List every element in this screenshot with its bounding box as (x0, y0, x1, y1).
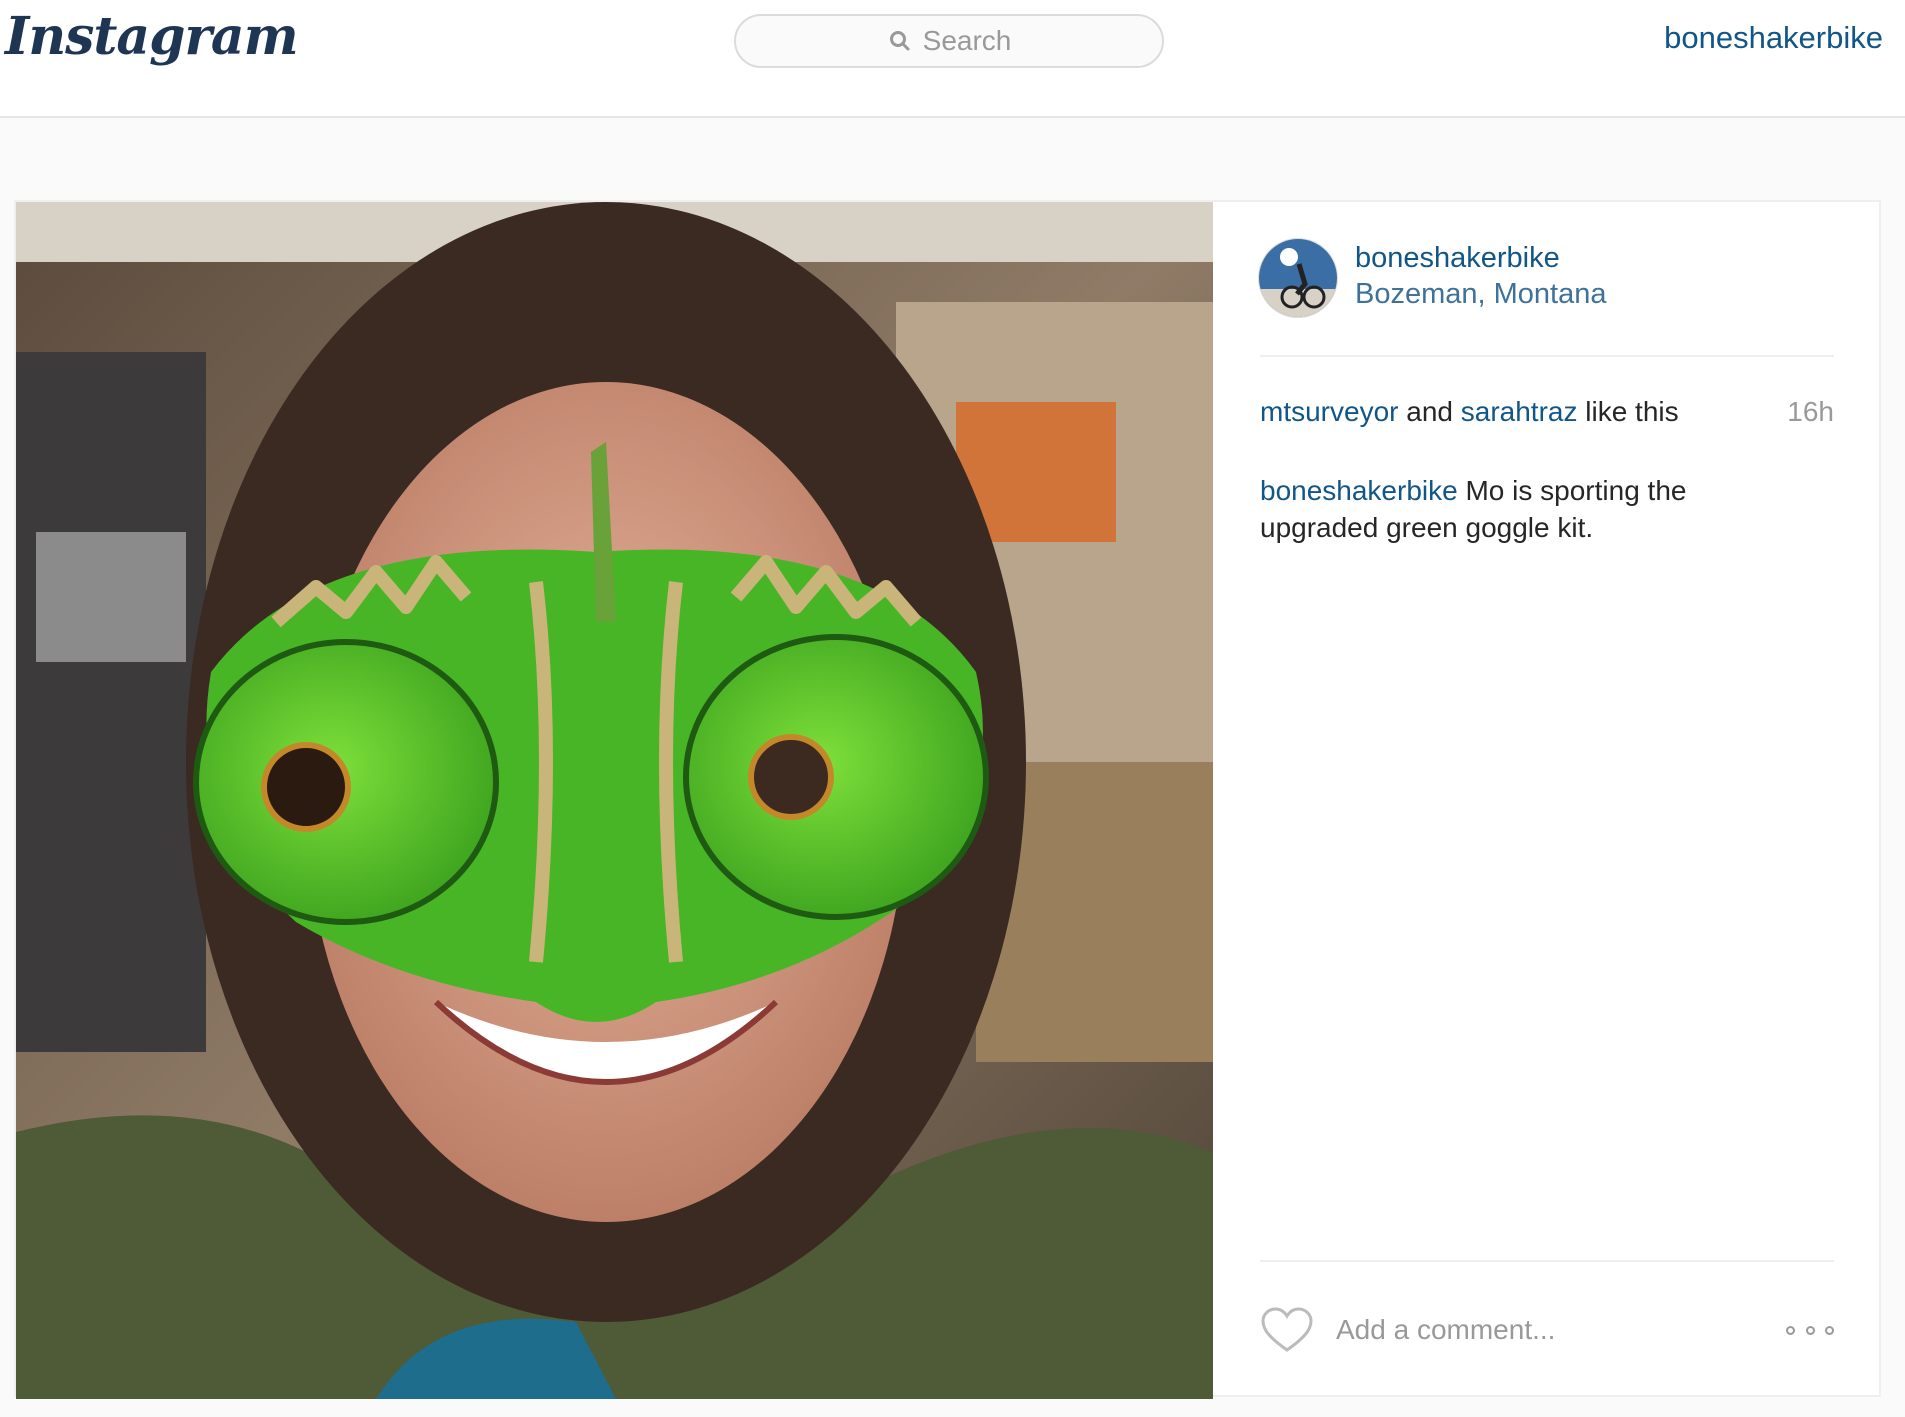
post-location[interactable]: Bozeman, Montana (1355, 278, 1606, 311)
more-dot (1825, 1325, 1834, 1335)
likes-row: mtsurveyor and sarahtraz like this 16h (1260, 396, 1834, 428)
search-box[interactable]: Search (734, 14, 1164, 68)
post-owner-username[interactable]: boneshakerbike (1355, 242, 1560, 275)
post-actions (1260, 1304, 1834, 1364)
like-user-link[interactable]: sarahtraz (1461, 396, 1578, 427)
current-user-link[interactable]: boneshakerbike (1664, 20, 1883, 56)
post-side-panel: boneshakerbike Bozeman, Montana mtsurvey… (1213, 202, 1881, 1397)
search-icon (889, 31, 910, 51)
post-photo[interactable] (16, 202, 1213, 1399)
more-options-icon[interactable] (1786, 1322, 1834, 1338)
instagram-logo[interactable]: Instagram (5, 6, 299, 67)
caption-username[interactable]: boneshakerbike (1260, 475, 1458, 506)
top-nav-bar: Instagram Search boneshakerbike (0, 0, 1905, 118)
actions-divider (1260, 1260, 1834, 1262)
header-divider (1260, 355, 1834, 357)
avatar-image (1259, 239, 1337, 317)
owner-avatar[interactable] (1258, 238, 1338, 318)
likes-suffix: like this (1577, 396, 1679, 427)
search-placeholder: Search (922, 25, 1012, 56)
post-caption: boneshakerbike Mo is sporting the upgrad… (1260, 472, 1780, 546)
more-dot (1786, 1325, 1795, 1335)
likes-connector: and (1398, 396, 1461, 427)
more-dot (1805, 1325, 1815, 1335)
post-image (16, 202, 1213, 1399)
post-card: boneshakerbike Bozeman, Montana mtsurvey… (14, 200, 1881, 1399)
add-comment-input[interactable] (1336, 1308, 1736, 1352)
like-user-link[interactable]: mtsurveyor (1260, 396, 1398, 427)
post-header: boneshakerbike Bozeman, Montana (1258, 238, 1838, 358)
heart-icon[interactable] (1260, 1306, 1314, 1354)
post-timestamp[interactable]: 16h (1787, 396, 1834, 428)
